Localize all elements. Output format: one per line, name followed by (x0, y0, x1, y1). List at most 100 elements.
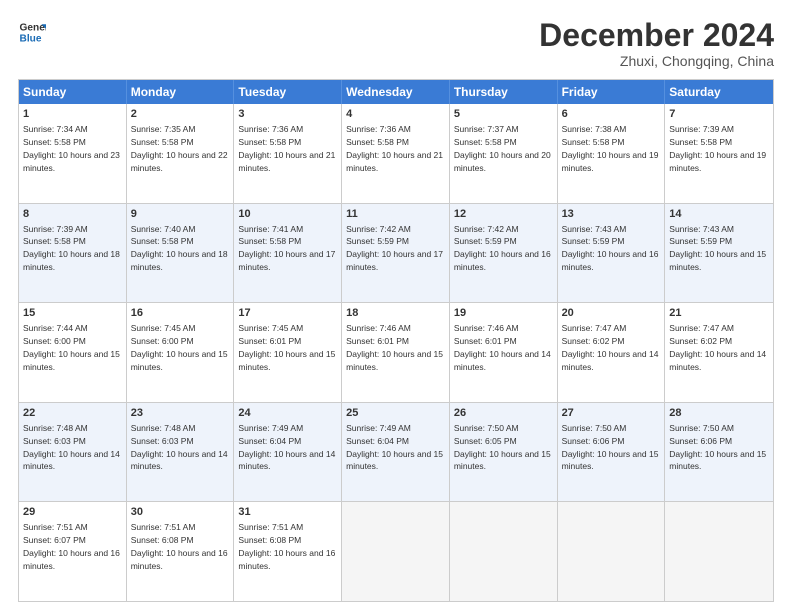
day-number: 19 (454, 306, 553, 321)
day-info: Sunrise: 7:51 AM Sunset: 6:07 PM Dayligh… (23, 522, 120, 571)
day-info: Sunrise: 7:39 AM Sunset: 5:58 PM Dayligh… (669, 124, 766, 173)
day-number: 17 (238, 306, 337, 321)
day-info: Sunrise: 7:35 AM Sunset: 5:58 PM Dayligh… (131, 124, 228, 173)
day-info: Sunrise: 7:48 AM Sunset: 6:03 PM Dayligh… (23, 423, 120, 472)
day-cell-19: 19 Sunrise: 7:46 AM Sunset: 6:01 PM Dayli… (450, 303, 558, 402)
day-cell-29: 29 Sunrise: 7:51 AM Sunset: 6:07 PM Dayli… (19, 502, 127, 601)
calendar-header: SundayMondayTuesdayWednesdayThursdayFrid… (19, 80, 773, 104)
day-cell-28: 28Sunrise: 7:50 AM Sunset: 6:06 PM Dayli… (665, 403, 773, 502)
location: Zhuxi, Chongqing, China (539, 53, 774, 69)
day-info: Sunrise: 7:45 AM Sunset: 6:00 PM Dayligh… (131, 323, 228, 372)
day-number: 4 (346, 107, 445, 122)
day-info: Sunrise: 7:34 AM Sunset: 5:58 PM Dayligh… (23, 124, 120, 173)
day-info: Sunrise: 7:40 AM Sunset: 5:58 PM Dayligh… (131, 224, 228, 273)
day-number: 8 (23, 207, 122, 222)
day-info: Sunrise: 7:51 AM Sunset: 6:08 PM Dayligh… (238, 522, 335, 571)
day-number: 7 (669, 107, 769, 122)
calendar-row: 1 Sunrise: 7:34 AM Sunset: 5:58 PM Daylig… (19, 104, 773, 204)
day-cell-14: 14 Sunrise: 7:43 AM Sunset: 5:59 PM Dayli… (665, 204, 773, 303)
day-info: Sunrise: 7:41 AM Sunset: 5:58 PM Dayligh… (238, 224, 335, 273)
day-cell-11: 11 Sunrise: 7:42 AM Sunset: 5:59 PM Dayli… (342, 204, 450, 303)
day-info: Sunrise: 7:50 AM Sunset: 6:06 PM Dayligh… (562, 423, 659, 472)
day-info: Sunrise: 7:47 AM Sunset: 6:02 PM Dayligh… (562, 323, 659, 372)
day-info: Sunrise: 7:48 AM Sunset: 6:03 PM Dayligh… (131, 423, 228, 472)
day-cell-23: 23 Sunrise: 7:48 AM Sunset: 6:03 PM Dayli… (127, 403, 235, 502)
calendar-row: 22 Sunrise: 7:48 AM Sunset: 6:03 PM Dayli… (19, 403, 773, 503)
day-info: Sunrise: 7:50 AM Sunset: 6:05 PM Dayligh… (454, 423, 551, 472)
day-number: 23 (131, 406, 230, 421)
day-cell-27: 27Sunrise: 7:50 AM Sunset: 6:06 PM Dayli… (558, 403, 666, 502)
day-cell-8: 8 Sunrise: 7:39 AM Sunset: 5:58 PM Daylig… (19, 204, 127, 303)
day-cell-24: 24 Sunrise: 7:49 AM Sunset: 6:04 PM Dayli… (234, 403, 342, 502)
day-number: 18 (346, 306, 445, 321)
day-cell-22: 22 Sunrise: 7:48 AM Sunset: 6:03 PM Dayli… (19, 403, 127, 502)
day-cell-26: 26 Sunrise: 7:50 AM Sunset: 6:05 PM Dayli… (450, 403, 558, 502)
day-number: 21 (669, 306, 769, 321)
day-number: 25 (346, 406, 445, 421)
day-info: Sunrise: 7:51 AM Sunset: 6:08 PM Dayligh… (131, 522, 228, 571)
day-number: 31 (238, 505, 337, 520)
day-info: Sunrise: 7:49 AM Sunset: 6:04 PM Dayligh… (238, 423, 335, 472)
day-info: Sunrise: 7:44 AM Sunset: 6:00 PM Dayligh… (23, 323, 120, 372)
day-number: 30 (131, 505, 230, 520)
day-info: Sunrise: 7:42 AM Sunset: 5:59 PM Dayligh… (454, 224, 551, 273)
day-cell-21: 21 Sunrise: 7:47 AM Sunset: 6:02 PM Dayli… (665, 303, 773, 402)
day-of-week-monday: Monday (127, 80, 235, 104)
day-info: Sunrise: 7:43 AM Sunset: 5:59 PM Dayligh… (562, 224, 659, 273)
day-cell-7: 7 Sunrise: 7:39 AM Sunset: 5:58 PM Daylig… (665, 104, 773, 203)
day-info: Sunrise: 7:37 AM Sunset: 5:58 PM Dayligh… (454, 124, 551, 173)
day-cell-6: 6 Sunrise: 7:38 AM Sunset: 5:58 PM Daylig… (558, 104, 666, 203)
day-cell-20: 20 Sunrise: 7:47 AM Sunset: 6:02 PM Dayli… (558, 303, 666, 402)
day-number: 14 (669, 207, 769, 222)
day-info: Sunrise: 7:39 AM Sunset: 5:58 PM Dayligh… (23, 224, 120, 273)
empty-cell (450, 502, 558, 601)
day-number: 11 (346, 207, 445, 222)
day-cell-3: 3 Sunrise: 7:36 AM Sunset: 5:58 PM Daylig… (234, 104, 342, 203)
calendar-body: 1 Sunrise: 7:34 AM Sunset: 5:58 PM Daylig… (19, 104, 773, 601)
day-number: 28 (669, 406, 769, 421)
day-cell-25: 25 Sunrise: 7:49 AM Sunset: 6:04 PM Dayli… (342, 403, 450, 502)
day-cell-17: 17 Sunrise: 7:45 AM Sunset: 6:01 PM Dayli… (234, 303, 342, 402)
logo: General Blue (18, 18, 46, 46)
header: General Blue December 2024 Zhuxi, Chongq… (18, 18, 774, 69)
day-of-week-friday: Friday (558, 80, 666, 104)
day-number: 29 (23, 505, 122, 520)
day-number: 15 (23, 306, 122, 321)
day-number: 26 (454, 406, 553, 421)
day-number: 24 (238, 406, 337, 421)
day-cell-15: 15 Sunrise: 7:44 AM Sunset: 6:00 PM Dayli… (19, 303, 127, 402)
calendar: SundayMondayTuesdayWednesdayThursdayFrid… (18, 79, 774, 602)
day-info: Sunrise: 7:49 AM Sunset: 6:04 PM Dayligh… (346, 423, 443, 472)
day-of-week-saturday: Saturday (665, 80, 773, 104)
day-info: Sunrise: 7:46 AM Sunset: 6:01 PM Dayligh… (346, 323, 443, 372)
logo-icon: General Blue (18, 18, 46, 46)
day-number: 3 (238, 107, 337, 122)
day-info: Sunrise: 7:42 AM Sunset: 5:59 PM Dayligh… (346, 224, 443, 273)
day-cell-10: 10 Sunrise: 7:41 AM Sunset: 5:58 PM Dayli… (234, 204, 342, 303)
day-number: 20 (562, 306, 661, 321)
day-info: Sunrise: 7:43 AM Sunset: 5:59 PM Dayligh… (669, 224, 766, 273)
app-container: General Blue December 2024 Zhuxi, Chongq… (0, 0, 792, 612)
day-info: Sunrise: 7:38 AM Sunset: 5:58 PM Dayligh… (562, 124, 659, 173)
day-number: 1 (23, 107, 122, 122)
day-number: 2 (131, 107, 230, 122)
day-info: Sunrise: 7:46 AM Sunset: 6:01 PM Dayligh… (454, 323, 551, 372)
day-cell-13: 13 Sunrise: 7:43 AM Sunset: 5:59 PM Dayli… (558, 204, 666, 303)
day-info: Sunrise: 7:45 AM Sunset: 6:01 PM Dayligh… (238, 323, 335, 372)
day-info: Sunrise: 7:36 AM Sunset: 5:58 PM Dayligh… (346, 124, 443, 173)
day-number: 10 (238, 207, 337, 222)
day-cell-30: 30 Sunrise: 7:51 AM Sunset: 6:08 PM Dayli… (127, 502, 235, 601)
day-info: Sunrise: 7:36 AM Sunset: 5:58 PM Dayligh… (238, 124, 335, 173)
calendar-row: 8 Sunrise: 7:39 AM Sunset: 5:58 PM Daylig… (19, 204, 773, 304)
day-number: 6 (562, 107, 661, 122)
day-number: 13 (562, 207, 661, 222)
day-number: 22 (23, 406, 122, 421)
title-section: December 2024 Zhuxi, Chongqing, China (539, 18, 774, 69)
day-of-week-thursday: Thursday (450, 80, 558, 104)
day-cell-18: 18 Sunrise: 7:46 AM Sunset: 6:01 PM Dayli… (342, 303, 450, 402)
calendar-row: 15 Sunrise: 7:44 AM Sunset: 6:00 PM Dayli… (19, 303, 773, 403)
day-info: Sunrise: 7:47 AM Sunset: 6:02 PM Dayligh… (669, 323, 766, 372)
day-cell-5: 5Sunrise: 7:37 AM Sunset: 5:58 PM Daylig… (450, 104, 558, 203)
day-number: 9 (131, 207, 230, 222)
day-of-week-tuesday: Tuesday (234, 80, 342, 104)
